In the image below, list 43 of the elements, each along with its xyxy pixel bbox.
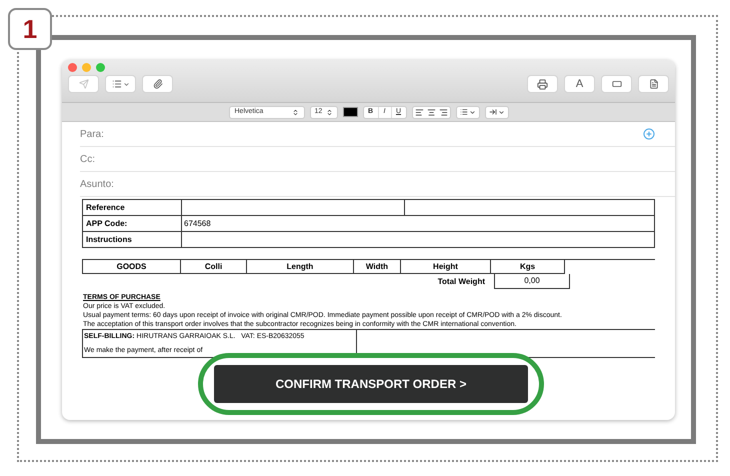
header-field-label: Cc: xyxy=(80,152,95,166)
document-button[interactable] xyxy=(638,75,669,93)
color-swatch[interactable] xyxy=(342,107,358,117)
caret-icon xyxy=(122,80,130,88)
column-header: Kgs xyxy=(490,259,565,274)
table-cell-text: 674568 xyxy=(183,218,212,230)
window-button[interactable] xyxy=(601,75,632,93)
column-header: GOODS xyxy=(82,259,181,274)
info-label: Reference xyxy=(83,200,182,215)
list-style-button[interactable] xyxy=(456,106,480,118)
caret-icon xyxy=(468,108,476,116)
print-icon xyxy=(537,78,548,90)
header-field-label: Para: xyxy=(80,128,104,142)
send-icon xyxy=(78,79,88,89)
print-button[interactable] xyxy=(527,75,558,93)
indent-icon xyxy=(488,108,496,116)
header-field-label: Asunto: xyxy=(80,178,114,192)
align-center-icon[interactable] xyxy=(426,108,436,116)
fonts-button[interactable]: A xyxy=(564,75,595,93)
document-icon xyxy=(648,79,658,89)
paperclip-icon xyxy=(152,79,162,89)
list-icon xyxy=(460,108,468,116)
add-contact-icon[interactable] xyxy=(643,128,655,140)
format-list-button[interactable] xyxy=(105,75,136,93)
info-label: Instructions xyxy=(83,232,182,247)
step-badge: 1 xyxy=(8,8,52,50)
total-weight-value: 0,00 xyxy=(494,274,570,289)
column-header: Colli xyxy=(180,259,247,274)
stepper-icon xyxy=(292,108,298,116)
attach-button[interactable] xyxy=(142,75,173,93)
align-right-icon[interactable] xyxy=(438,108,448,116)
indent-button[interactable] xyxy=(484,106,508,118)
column-header: Height xyxy=(400,259,491,274)
align-left-icon[interactable] xyxy=(414,108,424,116)
column-header: Width xyxy=(353,259,401,274)
info-label: APP Code: xyxy=(83,216,182,231)
stepper-icon xyxy=(326,108,332,116)
close-icon[interactable] xyxy=(68,63,77,72)
confirm-button[interactable]: CONFIRM TRANSPORT ORDER > xyxy=(214,365,528,403)
window-icon xyxy=(612,79,622,89)
column-header: Length xyxy=(246,259,354,274)
caret-icon xyxy=(498,108,504,116)
total-weight-label: Total Weight xyxy=(436,276,486,288)
